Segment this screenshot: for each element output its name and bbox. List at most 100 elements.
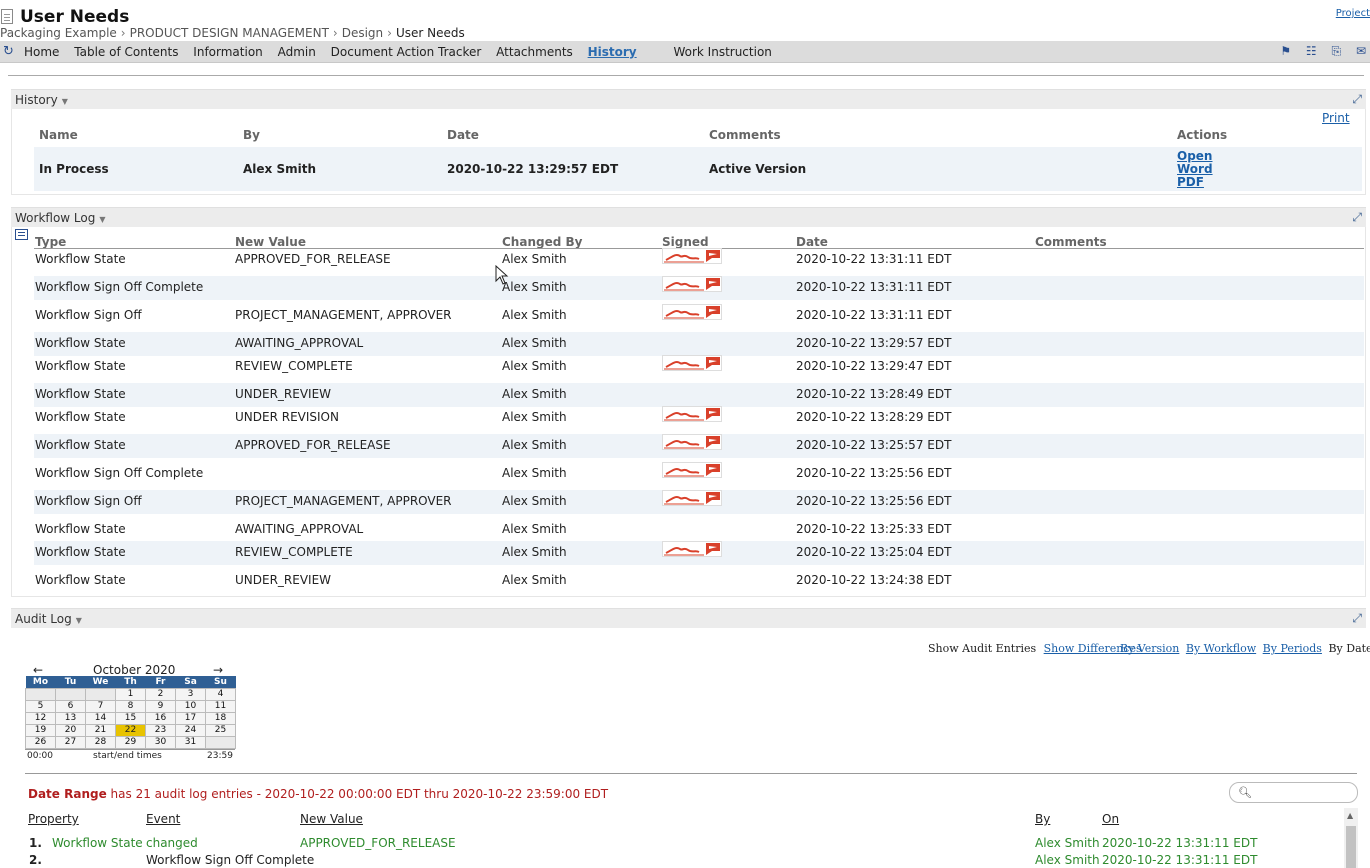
audit-panel-title[interactable]: Audit Log ▼ [15,612,82,626]
signature-icon[interactable] [662,406,722,422]
calendar-day[interactable]: 26 [25,735,56,749]
signature-icon[interactable] [662,434,722,450]
nav-home[interactable]: Home [24,45,59,59]
signature-icon[interactable] [662,541,722,557]
calendar-day[interactable]: 8 [115,699,146,713]
calendar-day[interactable]: 14 [85,711,116,725]
workflow-panel-title[interactable]: Workflow Log ▼ [15,211,106,225]
print-link[interactable]: Print [1322,111,1350,125]
mail-icon[interactable]: ✉ [1356,44,1366,58]
start-time[interactable]: 00:00 [27,751,53,761]
by-version-link[interactable]: By Version [1120,642,1179,655]
calendar-day[interactable]: 25 [205,723,236,737]
calendar-day[interactable]: 10 [175,699,206,713]
calendar-day[interactable]: 1 [115,687,146,701]
nav-table-of-contents[interactable]: Table of Contents [74,45,178,59]
calendar-day[interactable]: 29 [115,735,146,749]
breadcrumb-sub[interactable]: Design [342,26,383,40]
scroll-up-icon[interactable]: ▲ [1347,811,1353,820]
breadcrumb-root[interactable]: Packaging Example [0,26,117,40]
audit-row-number: 2. [29,853,42,867]
mouse-cursor [495,265,509,285]
nav-history[interactable]: History [588,45,637,59]
signature-icon[interactable] [662,490,722,506]
signature-icon[interactable] [662,355,722,371]
calendar-day[interactable]: 12 [25,711,56,725]
nav-work-instruction[interactable]: Work Instruction [673,45,771,59]
calendar-day[interactable]: 18 [205,711,236,725]
calendar-day[interactable]: 27 [55,735,86,749]
calendar-day[interactable]: 9 [145,699,176,713]
audit-by: Alex Smith [1035,853,1100,867]
col-event-header[interactable]: Event [146,812,180,826]
history-panel-title[interactable]: History ▼ [15,93,68,107]
wf-new-value: APPROVED_FOR_RELEASE [235,252,391,266]
end-time[interactable]: 23:59 [207,751,233,761]
document-icon [1,9,13,24]
col-type-header: Type [35,235,67,249]
pdf-link[interactable]: PDF [1177,176,1213,189]
calendar-day[interactable]: 5 [25,699,56,713]
audit-on: 2020-10-22 13:31:11 EDT [1102,836,1258,850]
nav-document-action-tracker[interactable]: Document Action Tracker [331,45,482,59]
calendar-day[interactable]: 17 [175,711,206,725]
wf-new-value: PROJECT_MANAGEMENT, APPROVER [235,494,452,508]
nav-attachments[interactable]: Attachments [496,45,573,59]
table-row: Workflow State UNDER_REVIEW Alex Smith 2020… [34,383,1364,407]
expand-icon[interactable]: ⤢ [1352,210,1362,225]
copy-icon[interactable]: ⎘ [1332,44,1342,58]
col-new-value-header[interactable]: New Value [300,812,363,826]
calendar-day[interactable]: 28 [85,735,116,749]
caret-down-icon[interactable]: ▼ [76,616,82,625]
calendar-day[interactable]: 13 [55,711,86,725]
signature-icon[interactable] [662,248,722,264]
col-by-header[interactable]: By [1035,812,1050,826]
calendar-day[interactable]: 4 [205,687,236,701]
wf-changed-by: Alex Smith [502,387,567,401]
signature-icon[interactable] [662,304,722,320]
expand-icon[interactable]: ⤢ [1352,92,1362,107]
calendar-next-button[interactable]: → [213,663,223,677]
refresh-icon[interactable]: ↻ [3,44,14,59]
calendar-day[interactable]: 11 [205,699,236,713]
calendar-day[interactable]: 6 [55,699,86,713]
nav-admin[interactable]: Admin [278,45,316,59]
hierarchy-icon[interactable]: ☷ [1306,44,1317,58]
expand-icon[interactable]: ⤢ [1352,611,1362,626]
calendar-day[interactable]: 20 [55,723,86,737]
calendar-day[interactable]: 23 [145,723,176,737]
table-row: Workflow State AWAITING_APPROVAL Alex Smit… [34,518,1364,542]
col-property-header[interactable]: Property [28,812,79,826]
col-on-header[interactable]: On [1102,812,1119,826]
flag-icon[interactable]: ⚑ [1280,44,1291,58]
calendar-prev-button[interactable]: ← [33,663,43,677]
by-workflow-link[interactable]: By Workflow [1186,642,1256,655]
col-comments-header: Comments [1035,235,1107,249]
calendar-day[interactable]: 19 [25,723,56,737]
calendar-day[interactable]: 24 [175,723,206,737]
date-range-label: Date Range [28,787,107,801]
caret-down-icon[interactable]: ▼ [99,215,105,224]
signature-icon[interactable] [662,276,722,292]
wf-date: 2020-10-22 13:24:38 EDT [796,573,952,587]
nav-information[interactable]: Information [193,45,262,59]
wf-date: 2020-10-22 13:25:04 EDT [796,545,952,559]
calendar-day[interactable]: 2 [145,687,176,701]
calendar-day[interactable]: 3 [175,687,206,701]
signature-icon[interactable] [662,462,722,478]
breadcrumb-section[interactable]: PRODUCT DESIGN MANAGEMENT [130,26,329,40]
calendar-day[interactable]: 30 [145,735,176,749]
calendar-day[interactable]: 31 [175,735,206,749]
calendar-day[interactable]: 22 [115,723,146,737]
calendar-day[interactable]: 21 [85,723,116,737]
calendar-day[interactable]: 7 [85,699,116,713]
by-periods-link[interactable]: By Periods [1263,642,1322,655]
caret-down-icon[interactable]: ▼ [62,97,68,106]
audit-scrollbar[interactable]: ▲ [1344,808,1358,868]
scrollbar-thumb[interactable] [1346,826,1356,868]
audit-search-input[interactable]: 🔍︎ [1229,782,1358,803]
list-view-icon[interactable] [15,229,28,240]
calendar-day[interactable]: 15 [115,711,146,725]
calendar-day[interactable]: 16 [145,711,176,725]
project-link[interactable]: Project [1336,8,1370,19]
